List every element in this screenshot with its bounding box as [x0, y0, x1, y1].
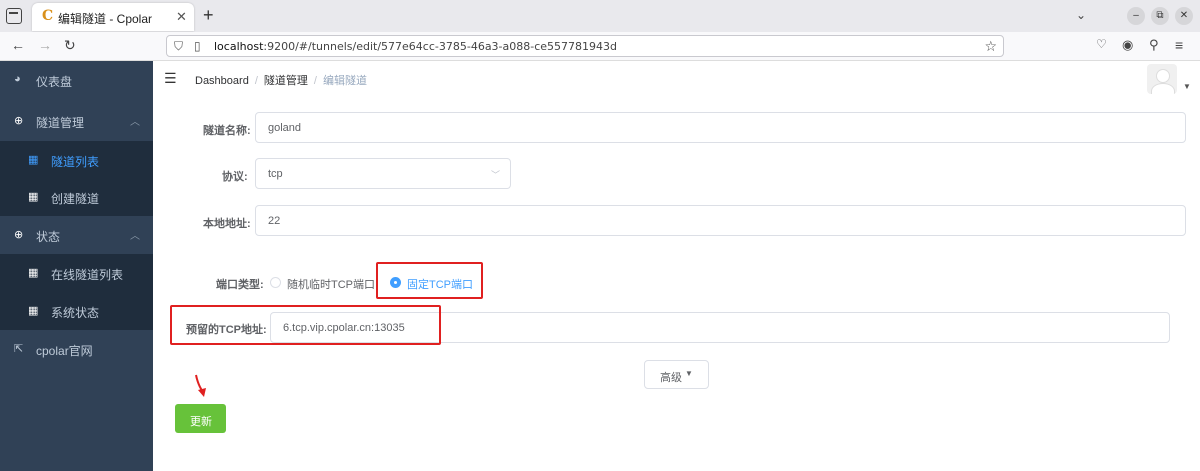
- tunnel-name-input[interactable]: goland: [255, 112, 1186, 143]
- chevron-down-icon: ﹀: [490, 170, 500, 180]
- chevron-up-icon: ︿: [130, 231, 140, 242]
- port-type-label: 端口类型:: [216, 279, 264, 291]
- breadcrumb: Dashboard / 隧道管理 / 编辑隧道: [195, 72, 367, 88]
- grid-icon: ▦: [28, 267, 39, 279]
- sidebar-item-label: 仪表盘: [36, 75, 73, 89]
- window-close-icon[interactable]: ✕: [1175, 7, 1193, 25]
- advanced-button[interactable]: 高级 ▼: [644, 360, 709, 389]
- chevron-down-icon[interactable]: ⌄: [1076, 8, 1086, 22]
- minimize-icon[interactable]: –: [1127, 7, 1145, 25]
- page-icon[interactable]: ▯: [194, 39, 201, 53]
- breadcrumb-tunnel-management[interactable]: 隧道管理: [264, 75, 308, 87]
- sidebar-item-dashboard[interactable]: ◕ 仪表盘: [0, 61, 153, 99]
- sidebar-item-label: 系统状态: [51, 306, 100, 320]
- chevron-up-icon: ︿: [130, 117, 140, 128]
- restore-icon[interactable]: ⧉: [1151, 7, 1169, 25]
- browser-nav-bar: ← → ↻ ⛉ ▯ localhost:9200/#/tunnels/edit/…: [0, 32, 1200, 61]
- grid-icon: ▦: [28, 154, 39, 166]
- red-arrow-annotation: [195, 374, 206, 397]
- breadcrumb-dashboard[interactable]: Dashboard: [195, 75, 249, 87]
- url-bar[interactable]: ⛉ ▯ localhost:9200/#/tunnels/edit/577e64…: [166, 35, 1004, 57]
- sidebar-item-system-status[interactable]: ▦ 系统状态: [0, 292, 153, 330]
- grid-icon: ▦: [28, 191, 39, 203]
- sidebar-item-tunnel-management[interactable]: ⊕ 隧道管理 ︿: [0, 102, 153, 140]
- highlight-box-reserved-address: [170, 305, 441, 345]
- sidebar-item-label: 状态: [36, 230, 61, 244]
- account-icon[interactable]: ◉: [1122, 37, 1133, 53]
- cpolar-favicon-icon: C: [42, 8, 54, 24]
- hamburger-icon[interactable]: ☰: [164, 70, 177, 87]
- avatar[interactable]: [1147, 64, 1177, 94]
- radio-label: 随机临时TCP端口: [287, 279, 375, 291]
- menu-icon[interactable]: ≡: [1175, 37, 1183, 53]
- plus-circle-icon: ⊕: [14, 115, 24, 127]
- radio-circle: [270, 277, 281, 288]
- forward-icon[interactable]: →: [38, 37, 52, 53]
- sidebar-item-tunnel-list[interactable]: ▦ 隧道列表: [0, 141, 153, 179]
- browser-tab-bar: C 编辑隧道 - Cpolar ✕ + ⌄ – ⧉ ✕: [0, 0, 1200, 32]
- grid-icon: ▦: [28, 305, 39, 317]
- bookmark-star-icon[interactable]: ☆: [984, 38, 997, 55]
- external-link-icon: ⇱: [14, 343, 24, 355]
- sidebar-item-label: 在线隧道列表: [51, 268, 124, 282]
- protocol-select[interactable]: tcp ﹀: [255, 158, 511, 189]
- sidebar-item-label: cpolar官网: [36, 344, 93, 358]
- sidebar-item-cpolar-website[interactable]: ⇱ cpolar官网: [0, 330, 153, 368]
- tab-title: 编辑隧道 - Cpolar: [58, 12, 153, 26]
- tab-overview-icon[interactable]: [6, 8, 22, 24]
- sidebar-item-status[interactable]: ⊕ 状态 ︿: [0, 216, 153, 254]
- advanced-label: 高级: [660, 372, 682, 384]
- local-address-input[interactable]: 22: [255, 205, 1186, 236]
- plus-circle-icon: ⊕: [14, 229, 24, 241]
- sidebar-item-create-tunnel[interactable]: ▦ 创建隧道: [0, 178, 153, 216]
- shield-icon[interactable]: ⛉: [174, 39, 183, 54]
- url-text[interactable]: localhost:9200/#/tunnels/edit/577e64cc-3…: [214, 40, 617, 53]
- local-address-label: 本地地址:: [203, 218, 251, 230]
- url-path: :9200/#/tunnels/edit/577e64cc-3785-46a3-…: [263, 40, 618, 53]
- pocket-icon[interactable]: ♡: [1096, 37, 1107, 51]
- tunnel-name-label: 隧道名称:: [203, 125, 251, 137]
- sidebar-item-label: 隧道列表: [51, 155, 100, 169]
- caret-down-icon: ▼: [685, 369, 693, 378]
- extensions-icon[interactable]: ⚲: [1149, 37, 1159, 53]
- breadcrumb-current: 编辑隧道: [322, 75, 367, 87]
- breadcrumb-separator: /: [313, 75, 317, 87]
- sidebar-item-online-tunnels[interactable]: ▦ 在线隧道列表: [0, 254, 153, 292]
- url-host: localhost: [214, 40, 264, 53]
- protocol-value: tcp: [268, 168, 283, 180]
- protocol-label: 协议:: [222, 171, 248, 183]
- update-button[interactable]: 更新: [175, 404, 226, 433]
- reload-icon[interactable]: ↻: [64, 37, 76, 54]
- sidebar: ◕ 仪表盘 ⊕ 隧道管理 ︿ ▦ 隧道列表 ▦ 创建隧道 ⊕ 状态 ︿ ▦ 在线…: [0, 61, 153, 471]
- back-icon[interactable]: ←: [11, 37, 25, 53]
- close-icon[interactable]: ✕: [176, 9, 187, 25]
- sidebar-item-label: 创建隧道: [51, 192, 100, 206]
- highlight-box-fixed-port: [376, 262, 483, 299]
- browser-tab[interactable]: C 编辑隧道 - Cpolar ✕: [32, 3, 194, 31]
- dashboard-icon: ◕: [14, 73, 21, 85]
- breadcrumb-separator: /: [254, 75, 258, 87]
- caret-down-icon[interactable]: ▼: [1183, 82, 1191, 91]
- sidebar-item-label: 隧道管理: [36, 116, 85, 130]
- new-tab-icon[interactable]: +: [203, 5, 214, 26]
- update-label: 更新: [190, 416, 212, 428]
